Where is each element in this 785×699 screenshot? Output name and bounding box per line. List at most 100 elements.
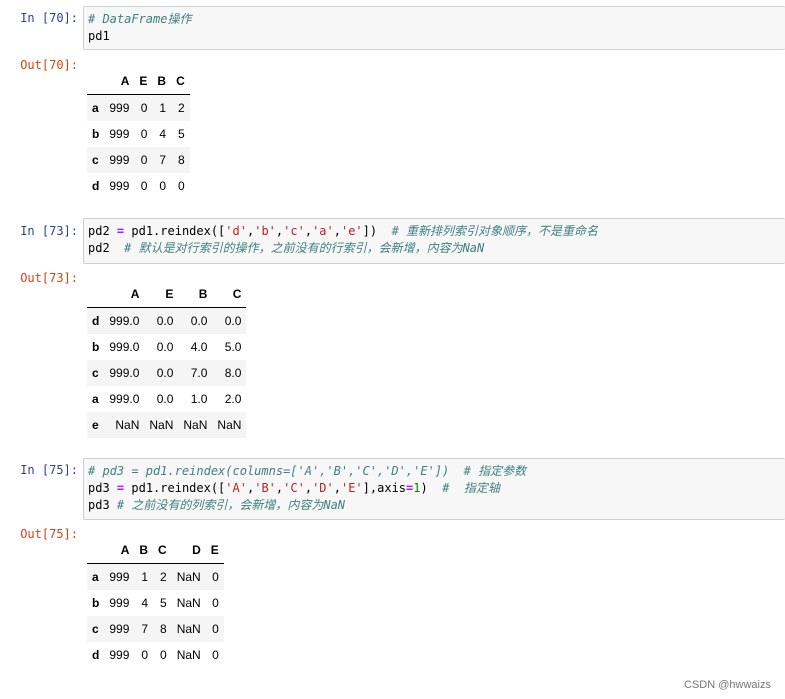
code-input[interactable]: # pd3 = pd1.reindex(columns=['A','B','C'… xyxy=(83,458,785,520)
out-prompt: Out[73]: xyxy=(20,271,78,285)
table-cell: 0 xyxy=(159,179,167,193)
code-token: 'a' xyxy=(312,224,334,238)
table-cell: 999 xyxy=(109,570,130,584)
table-row: d 999 0 0 0 xyxy=(87,173,190,199)
code-block[interactable]: # pd3 = pd1.reindex(columns=['A','B','C'… xyxy=(84,459,785,514)
code-token: # 指定轴 xyxy=(442,481,500,495)
code-line: # DataFrame操作 xyxy=(88,11,781,28)
dataframe-output: A E B Ca 999 0 1 2 b 999 0 4 5 c 999 0 7 8 d 999 0 0 0 xyxy=(87,68,190,199)
code-token: pd3 xyxy=(88,481,117,495)
code-token: 'D' xyxy=(312,481,334,495)
table-cell: 2 xyxy=(160,570,167,584)
table-cell: 999.0 xyxy=(109,392,140,406)
column-header: C xyxy=(212,281,247,308)
column-header: B xyxy=(178,281,213,308)
code-block[interactable]: pd2 = pd1.reindex(['d','b','c','a','e'])… xyxy=(84,219,785,257)
table-row: a 999 0 1 2 xyxy=(87,94,190,121)
code-token: , xyxy=(304,481,313,495)
table-row: d 999 0 0 NaN 0 xyxy=(87,642,224,668)
code-token: pd3 xyxy=(88,498,117,512)
table-cell: 1 xyxy=(141,570,149,584)
table-row: a 999 1 2 NaN 0 xyxy=(87,563,224,590)
table-cell: 0 xyxy=(140,101,148,115)
table-cell: 0.0 xyxy=(156,340,174,354)
table-row: b 999 0 4 5 xyxy=(87,121,190,147)
out-prompt: Out[70]: xyxy=(20,58,78,72)
table-cell: 5.0 xyxy=(224,340,242,354)
table-cell: 999 xyxy=(109,648,130,662)
code-token: pd1.reindex([ xyxy=(124,481,226,495)
table-cell: 999 xyxy=(109,179,130,193)
table-cell: 0 xyxy=(140,153,148,167)
table-cell: 4.0 xyxy=(190,340,208,354)
row-index: c xyxy=(92,622,99,636)
table-cell: NaN xyxy=(176,570,201,584)
table-cell: 999.0 xyxy=(109,366,140,380)
code-token: 'E' xyxy=(340,481,363,495)
row-index: d xyxy=(92,179,100,193)
column-header: C xyxy=(153,537,172,564)
code-token: pd2 xyxy=(88,241,125,255)
table-cell: 0 xyxy=(160,648,167,662)
code-token: , xyxy=(333,481,341,495)
row-index: b xyxy=(92,127,100,141)
table-cell: 0.0 xyxy=(156,366,174,380)
table-cell: 1 xyxy=(159,101,167,115)
column-header: B xyxy=(134,537,154,564)
in-prompt: In [70]: xyxy=(20,11,78,25)
row-index: c xyxy=(92,366,99,380)
table-cell: NaN xyxy=(176,622,201,636)
table-cell: 0 xyxy=(140,127,148,141)
table-row: c 999 0 7 8 xyxy=(87,147,190,173)
table-cell: 0 xyxy=(178,179,185,193)
table-row: c 999.0 0.0 7.0 8.0 xyxy=(87,360,247,386)
table-cell: 4 xyxy=(141,596,149,610)
table-cell: 8 xyxy=(160,622,167,636)
code-line: pd2 = pd1.reindex(['d','b','c','a','e'])… xyxy=(88,223,781,240)
table-cell: 5 xyxy=(160,596,167,610)
dataframe-output: A E B Cd 999.0 0.0 0.0 0.0 b 999.0 0.0 4.0 5.0 c 999.0… xyxy=(87,281,247,438)
code-token: 'B' xyxy=(254,481,276,495)
table-cell: 999 xyxy=(109,153,130,167)
table-row: b 999 4 5 NaN 0 xyxy=(87,590,224,616)
code-block[interactable]: # DataFrame操作 pd1 xyxy=(84,7,785,45)
table-cell: 999.0 xyxy=(109,340,140,354)
table-cell: 7 xyxy=(141,622,149,636)
index-header xyxy=(87,537,105,564)
code-line: pd1 xyxy=(88,28,781,45)
row-index: a xyxy=(92,101,99,115)
code-token: # 默认是对行索引的操作，之前没有的行索引，会新增，内容为NaN xyxy=(124,241,485,255)
row-index: a xyxy=(92,392,99,406)
watermark: CSDN @hwwaizs xyxy=(684,679,771,691)
table-cell: 999 xyxy=(109,101,130,115)
code-token: 'b' xyxy=(254,224,276,238)
code-token: pd2 xyxy=(88,224,117,238)
table-row: e NaN NaN NaN NaN xyxy=(87,412,247,438)
code-token: , xyxy=(304,224,313,238)
table-cell: 999 xyxy=(109,622,130,636)
table-cell: 0.0 xyxy=(156,314,174,328)
row-index: b xyxy=(92,596,100,610)
code-token: 'C' xyxy=(283,481,305,495)
code-token: # DataFrame操作 xyxy=(88,12,192,26)
table-cell: 4 xyxy=(159,127,167,141)
table-cell: 0 xyxy=(140,179,148,193)
code-token: 'd' xyxy=(225,224,247,238)
column-header: E xyxy=(144,281,179,308)
table-cell: 2 xyxy=(178,101,185,115)
code-token: # 之前没有的列索引，会新增，内容为NaN xyxy=(116,498,346,512)
table-cell: 1.0 xyxy=(190,392,208,406)
table-cell: 0 xyxy=(212,648,219,662)
column-header: A xyxy=(104,68,135,95)
code-input[interactable]: # DataFrame操作 pd1 xyxy=(83,6,785,50)
code-line: pd2 # 默认是对行索引的操作，之前没有的行索引，会新增，内容为NaN xyxy=(88,240,781,257)
column-header: A xyxy=(104,281,145,308)
code-input[interactable]: pd2 = pd1.reindex(['d','b','c','a','e'])… xyxy=(83,218,785,264)
row-index: d xyxy=(92,648,100,662)
table-cell: 999.0 xyxy=(109,314,140,328)
column-header: B xyxy=(152,68,172,95)
table-cell: 2.0 xyxy=(224,392,242,406)
table-cell: NaN xyxy=(115,418,140,432)
row-index: b xyxy=(92,340,100,354)
code-token: 'c' xyxy=(283,224,305,238)
